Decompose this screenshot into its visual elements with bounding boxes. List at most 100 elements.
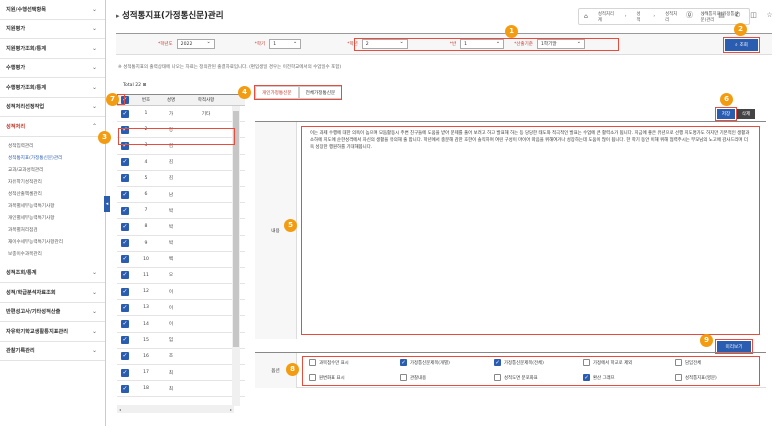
horizontal-scrollbar[interactable]: ◂ ▸ [117,405,234,413]
layout-icon[interactable]: ◫ [748,10,759,21]
content-textarea[interactable]: 이는 과제 수행에 대한 의욕이 높으며 모둠활동시 주변 친구들에 도움을 받… [301,126,760,335]
row-checkbox[interactable]: ✓ [121,336,129,345]
column-header[interactable]: 번호 [136,97,156,103]
option-item[interactable]: ✓ 가정통신문제목(전체) [494,359,544,366]
scrollbar-thumb[interactable] [233,111,239,347]
table-row[interactable]: ✓ 13 이 [117,300,245,317]
submenu-item[interactable]: 과목별세부능력특기사항 [8,200,105,212]
row-checkbox[interactable]: ✓ [121,384,129,393]
table-row[interactable]: ✓ 12 이 [117,284,245,301]
excel-icon[interactable]: ⊞ [143,83,147,88]
table-row[interactable]: ✓ 18 최 [117,381,245,398]
sidebar-item[interactable]: 성적처리선정작업 ⌄ [0,98,105,117]
sidebar-item[interactable]: 자유학기학교생활통지표관리 ⌄ [0,322,105,342]
sidebar-item[interactable]: 지원평가 ⌄ [0,20,105,39]
option-checkbox[interactable] [583,359,590,366]
table-row[interactable]: ✓ 16 조 [117,349,245,365]
table-row[interactable]: ✓ 5 김 [117,171,245,187]
row-checkbox[interactable]: ✓ [121,287,129,296]
row-checkbox[interactable]: ✓ [121,158,129,167]
table-row[interactable]: ✓ 8 박 [117,219,245,236]
sidebar-item[interactable]: 수행평가조회/통계 ⌄ [0,78,105,98]
sidebar-collapse-handle[interactable]: ◂ [104,196,110,212]
option-item[interactable]: ✓ 가정통신문제목(개별) [400,359,450,366]
submenu-item[interactable]: 성적산출엑셀관리 [8,188,105,200]
option-checkbox[interactable] [494,374,501,381]
option-checkbox[interactable] [400,374,407,381]
row-checkbox[interactable]: ✓ [121,222,129,231]
table-row[interactable]: ✓ 17 최 [117,365,245,382]
submenu-item[interactable]: 재이수세부능력특기사항관리 [8,236,105,248]
row-checkbox[interactable]: ✓ [121,271,129,280]
row-checkbox[interactable]: ✓ [121,320,129,329]
phone-icon[interactable]: ✆ [732,10,743,21]
submenu-item[interactable]: 성적입력관리 [8,140,105,152]
column-header[interactable]: 성명 [156,97,186,103]
option-checkbox[interactable] [675,374,682,381]
column-header[interactable]: 학적사항 [186,97,226,103]
row-checkbox[interactable]: ✓ [121,174,129,183]
option-item[interactable]: 원변화표 표시 [309,374,345,381]
row-checkbox[interactable]: ✓ [121,239,129,248]
breadcrumb-item[interactable]: 성적처리계 [593,11,620,23]
table-row[interactable]: ✓ 10 백 [117,252,245,268]
submenu-item[interactable]: 개인별세부능력특기사항 [8,212,105,224]
table-row[interactable]: ✓ 7 박 [117,203,245,220]
table-row[interactable]: ✓ 14 이 [117,316,245,333]
row-checkbox[interactable]: ✓ [121,206,129,215]
chevron-down-icon: ⌄ [91,347,97,355]
scroll-left-icon[interactable]: ◂ [119,407,121,412]
row-checkbox[interactable]: ✓ [121,109,129,118]
option-item[interactable]: 성적도면 분포화표 [494,374,538,381]
delete-button[interactable]: 삭제 [737,109,755,119]
option-checkbox[interactable] [309,359,316,366]
year-select[interactable]: 2022 [176,39,215,49]
row-checkbox[interactable]: ✓ [121,255,129,264]
option-checkbox[interactable] [675,359,682,366]
table-row[interactable]: ✓ 1 가 기타 [117,106,245,123]
row-checkbox[interactable]: ✓ [121,303,129,312]
bookmark-icon[interactable]: ◠ [700,10,711,21]
option-checkbox-checked[interactable]: ✓ [494,359,501,366]
row-checkbox[interactable]: ✓ [121,352,129,361]
breadcrumb-item[interactable]: 성적 [632,11,649,23]
row-checkbox[interactable]: ✓ [121,368,129,377]
row-checkbox[interactable]: ✓ [121,190,129,199]
table-row[interactable]: ✓ 9 박 [117,236,245,252]
submenu-item-active[interactable]: 성적통지표(가정통신문)관리 [8,152,105,164]
option-item[interactable]: 성적통지표(영문) [675,374,717,381]
sidebar-item[interactable]: 성적조회/통계 ⌄ [0,264,105,283]
sidebar-item[interactable]: 지원/수행선택항목 ⌄ [0,0,105,20]
option-checkbox-checked[interactable]: ✓ [400,359,407,366]
submenu-item[interactable]: 과목별처리점검 [8,224,105,236]
scroll-right-icon[interactable]: ▸ [230,407,232,412]
sidebar-item[interactable]: 지원평가조회/통계 ⌄ [0,39,105,59]
option-item[interactable]: 과목점수만 표시 [309,359,349,366]
sidebar-item-open[interactable]: 성적처리 ⌃ [0,117,105,137]
sidebar-item[interactable]: 성적/학급분석자료조회 ⌄ [0,283,105,303]
table-row[interactable]: ✓ 15 임 [117,333,245,349]
option-checkbox[interactable] [309,374,316,381]
term-select[interactable]: 1 [269,39,302,49]
table-row[interactable]: ✓ 11 오 [117,268,245,285]
submenu-item[interactable]: 보충이수과목관리 [8,248,105,260]
chevron-down-icon: ⌄ [91,327,97,335]
star-icon[interactable]: ☆ [764,10,775,21]
sidebar-item[interactable]: 관찰기록관리 ⌄ [0,342,105,361]
document-icon[interactable]: ▤ [716,10,727,21]
submenu-item[interactable]: 자유학기성적관리 [8,176,105,188]
option-checkbox-checked[interactable]: ✓ [583,374,590,381]
sidebar-item[interactable]: 반편성고사/기타성적산출 ⌄ [0,303,105,322]
table-row[interactable]: ✓ 4 김 [117,155,245,171]
home-icon[interactable]: ⌂ [579,13,593,20]
option-item[interactable]: 관찰내용 [400,374,426,381]
help-icon[interactable]: ⓪ [684,10,695,21]
option-label: 가정통신문제목(전체) [504,360,544,366]
option-item[interactable]: 담임전체 [675,359,701,366]
submenu-item[interactable]: 교과/교과성적관리 [8,164,105,176]
table-row[interactable]: ✓ 6 남 [117,187,245,204]
sidebar-item[interactable]: 수행평가 ⌄ [0,59,105,78]
option-item[interactable]: 가정에서 학교로 제외 [583,359,632,366]
option-item[interactable]: ✓ 환산 그래프 [583,374,615,381]
breadcrumb-item[interactable]: 성적처리 [660,11,684,23]
